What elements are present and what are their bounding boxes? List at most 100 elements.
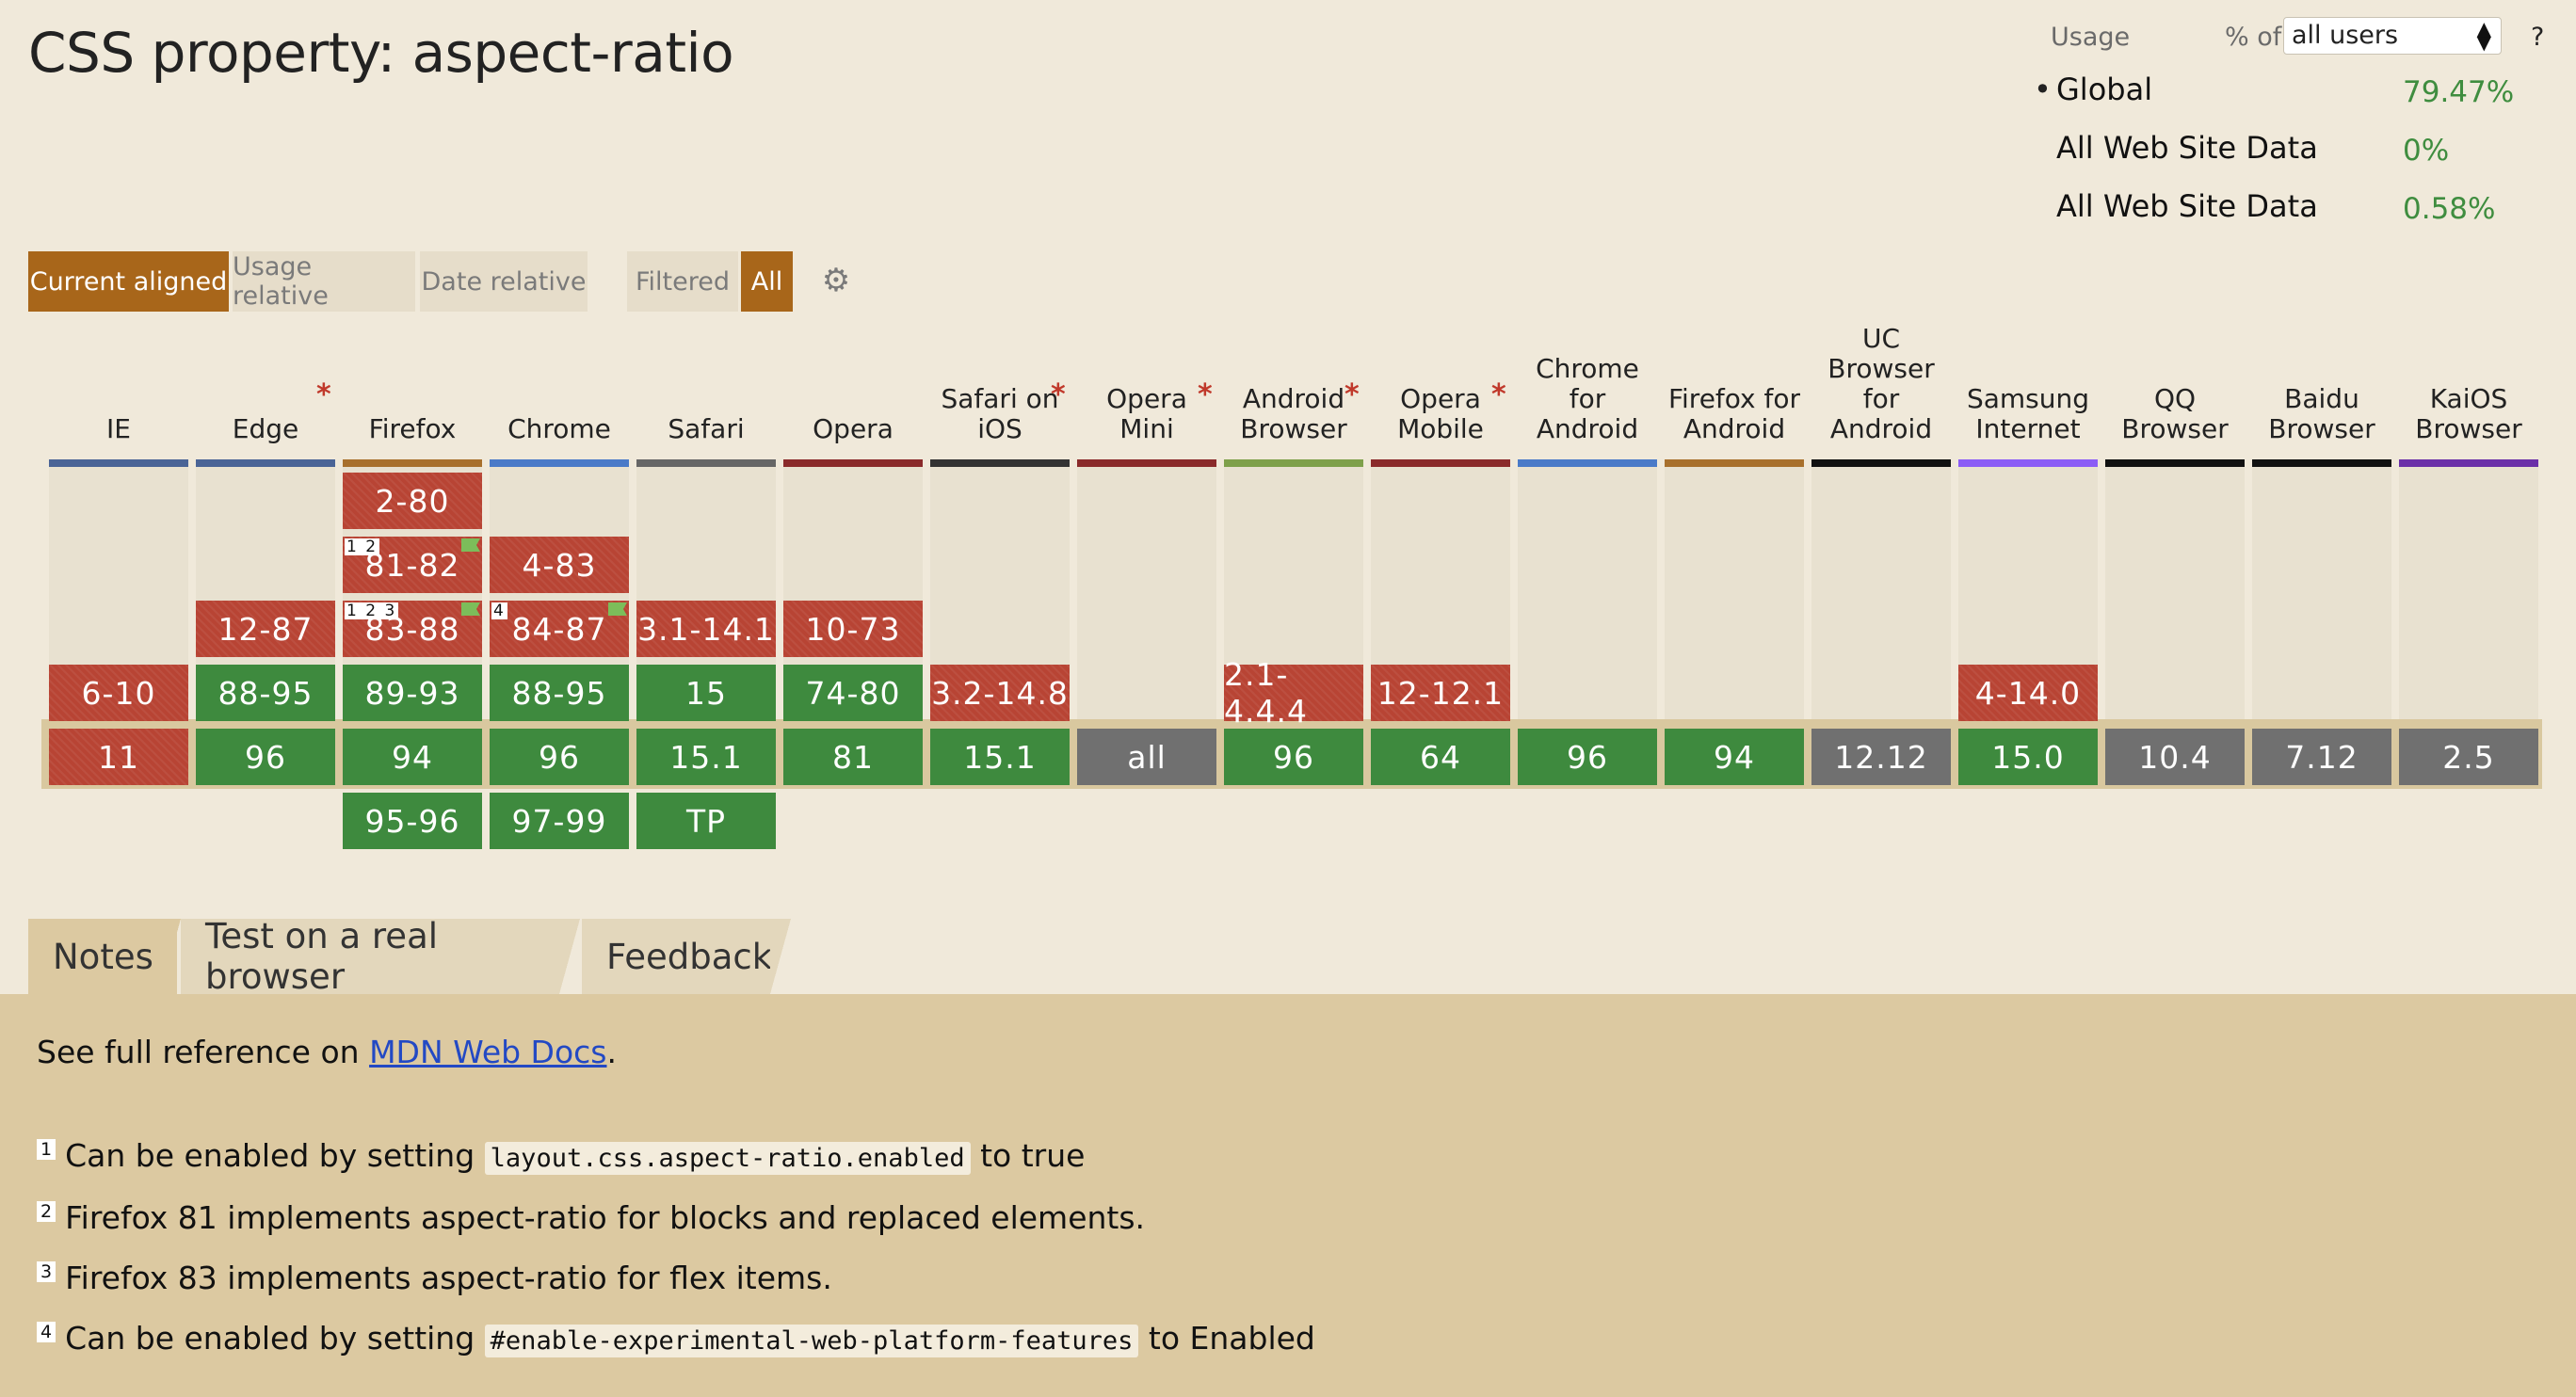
version-cell[interactable]: 6-10	[49, 665, 188, 721]
date-relative-button[interactable]: Date relative	[420, 251, 588, 312]
version-cell[interactable]: all	[1077, 729, 1216, 785]
version-cell[interactable]: 83-88 1 2 3	[343, 601, 482, 657]
browser-header-chrome-for-android: Chrome for Android	[1536, 353, 1639, 444]
usage-relative-button[interactable]: Usage relative	[233, 251, 415, 312]
column-background	[2105, 467, 2245, 723]
note-text: Can be enabled by setting	[65, 1137, 485, 1174]
tab-notes[interactable]: Notes	[28, 919, 177, 994]
version-cell[interactable]: 81-82 1 2	[343, 537, 482, 593]
browser-color-bar	[196, 459, 335, 467]
version-cell[interactable]: 96	[196, 729, 335, 785]
version-label: 96	[1273, 738, 1314, 776]
version-cell[interactable]: 10.4	[2105, 729, 2245, 785]
version-cell[interactable]: 88-95	[490, 665, 629, 721]
asterisk-icon: *	[1051, 378, 1066, 411]
version-label: 15	[685, 674, 727, 712]
version-cell[interactable]: 64	[1371, 729, 1510, 785]
browser-color-bar	[783, 459, 923, 467]
version-label: 6-10	[81, 674, 156, 712]
note-text: Firefox 83 implements aspect-ratio for f…	[65, 1260, 832, 1296]
browser-header-android-browser: Android Browser	[1240, 383, 1347, 444]
version-cell[interactable]: 94	[1665, 729, 1804, 785]
version-cell[interactable]: 97-99	[490, 793, 629, 849]
version-cell[interactable]: 7.12	[2252, 729, 2391, 785]
browser-color-bar	[343, 459, 482, 467]
note-text: Can be enabled by setting	[65, 1320, 485, 1357]
version-cell[interactable]: 15	[636, 665, 776, 721]
version-cell[interactable]: 15.1	[930, 729, 1070, 785]
version-cell[interactable]: 3.1-14.1	[636, 601, 776, 657]
column-background	[2399, 467, 2538, 723]
version-cell[interactable]: 4-83	[490, 537, 629, 593]
usage-row-site-data: All Web Site Data 0%	[2034, 130, 2561, 171]
browser-color-bar	[2399, 459, 2538, 467]
tab-test-browser[interactable]: Test on a real browser	[181, 916, 559, 997]
version-label: 12-87	[217, 610, 314, 648]
note-number: 3	[37, 1261, 56, 1282]
version-cell[interactable]: 95-96	[343, 793, 482, 849]
version-label: 15.0	[1991, 738, 2065, 776]
mdn-reference: See full reference on MDN Web Docs.	[37, 1034, 617, 1070]
version-label: 84-87	[511, 610, 607, 648]
version-label: 12-12.1	[1377, 674, 1505, 712]
version-label: 96	[245, 738, 286, 776]
users-select[interactable]: all users ▲ ▼	[2283, 17, 2502, 55]
version-cell[interactable]: 88-95	[196, 665, 335, 721]
version-cell[interactable]: 10-73	[783, 601, 923, 657]
version-cell[interactable]: 4-14.0	[1958, 665, 2098, 721]
flag-icon	[461, 602, 480, 616]
version-cell[interactable]: 3.2-14.8	[930, 665, 1070, 721]
version-cell[interactable]: 81	[783, 729, 923, 785]
note-text: Firefox 81 implements aspect-ratio for b…	[65, 1199, 1146, 1236]
current-aligned-button[interactable]: Current aligned	[28, 251, 229, 312]
footnote-marker: 4	[491, 602, 507, 620]
usage-panel: Usage % of all users ▲ ▼ ? • Global 79.47…	[2034, 17, 2561, 233]
browser-color-bar	[930, 459, 1070, 467]
version-cell[interactable]: 2-80	[343, 473, 482, 529]
usage-row-value: 79.47%	[2403, 75, 2515, 109]
version-cell[interactable]: 15.1	[636, 729, 776, 785]
browser-header-kaios-browser: KaiOS Browser	[2415, 383, 2522, 444]
version-cell[interactable]: 12-12.1	[1371, 665, 1510, 721]
version-cell[interactable]: TP	[636, 793, 776, 849]
mdn-link[interactable]: MDN Web Docs	[369, 1034, 606, 1070]
help-link[interactable]: ?	[2531, 23, 2544, 52]
version-label: 2.1-4.4.4	[1224, 656, 1308, 730]
version-label: 10.4	[2138, 738, 2212, 776]
version-cell[interactable]: 96	[490, 729, 629, 785]
version-label: 7.12	[2285, 738, 2359, 776]
asterisk-icon: *	[1344, 378, 1360, 411]
version-cell[interactable]: 12-87	[196, 601, 335, 657]
version-cell[interactable]: 94	[343, 729, 482, 785]
footnote-marker: 1 2	[345, 538, 380, 556]
version-label: 4-83	[522, 546, 597, 584]
version-cell[interactable]: 89-93	[343, 665, 482, 721]
browser-color-bar	[2105, 459, 2245, 467]
mdn-prefix: See full reference on	[37, 1034, 370, 1070]
version-cell[interactable]: 2.5	[2399, 729, 2538, 785]
notes-panel: See full reference on MDN Web Docs. 1 Can…	[0, 994, 2576, 1397]
gear-icon[interactable]: ⚙	[819, 264, 853, 297]
browser-header-safari: Safari	[668, 413, 745, 444]
version-cell[interactable]: 15.0	[1958, 729, 2098, 785]
version-label: 12.12	[1834, 738, 1928, 776]
version-label: 94	[1714, 738, 1755, 776]
usage-row-value: 0%	[2403, 134, 2450, 168]
all-button[interactable]: All	[741, 251, 793, 312]
column-background	[1811, 467, 1951, 723]
version-cell[interactable]: 96	[1518, 729, 1657, 785]
browser-header-safari-on-ios: Safari on iOS	[941, 383, 1059, 444]
version-cell[interactable]: 11	[49, 729, 188, 785]
version-label: 88-95	[217, 674, 314, 712]
version-label: 95-96	[364, 802, 460, 840]
version-cell[interactable]: 84-87 4	[490, 601, 629, 657]
tab-feedback[interactable]: Feedback	[582, 919, 772, 994]
version-cell[interactable]: 96	[1224, 729, 1363, 785]
page-title: CSS property: aspect-ratio	[28, 21, 734, 85]
version-cell[interactable]: 74-80	[783, 665, 923, 721]
browser-header-opera-mobile: Opera Mobile	[1397, 383, 1484, 444]
version-cell[interactable]: 2.1-4.4.4	[1224, 656, 1363, 730]
filtered-button[interactable]: Filtered	[627, 251, 738, 312]
version-cell[interactable]: 12.12	[1811, 729, 1951, 785]
version-label: 11	[98, 738, 139, 776]
